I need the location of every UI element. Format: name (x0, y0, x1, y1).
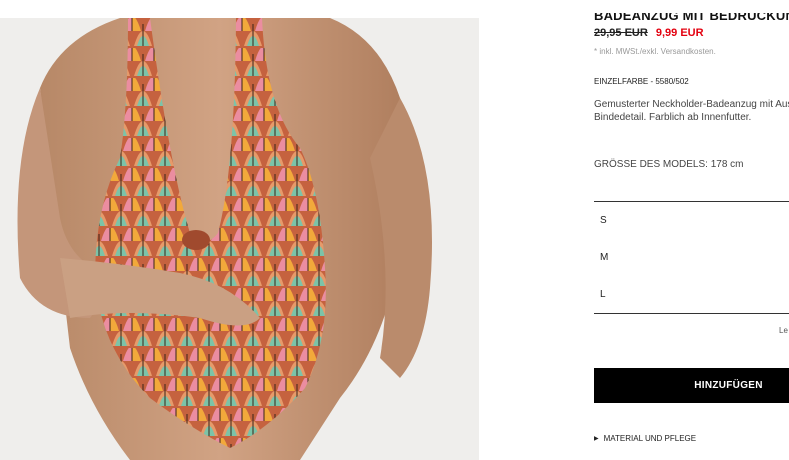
size-selector: S M L (594, 201, 789, 314)
material-care-label: MATERIAL UND PFLEGE (603, 434, 697, 443)
color-reference: EINZELFARBE - 5580/502 (594, 77, 689, 86)
product-title: BADEANZUG MIT BEDRUCKUNG (594, 8, 789, 23)
original-price: 29,95 EUR (594, 27, 648, 39)
product-photo-illustration (0, 18, 479, 460)
caret-right-icon: ▶ (594, 436, 599, 442)
add-to-cart-button[interactable]: HINZUFÜGEN (594, 368, 789, 403)
sale-price: 9,99 EUR (655, 27, 704, 39)
price-block: 29,95 EUR 9,99 EUR (594, 27, 704, 39)
product-image[interactable] (0, 18, 479, 460)
add-to-cart-label: HINZUFÜGEN (694, 380, 763, 391)
model-size-info: GRÖSSE DES MODELS: 178 cm (594, 159, 744, 170)
size-option-s[interactable]: S (594, 207, 789, 235)
size-option-m[interactable]: M (594, 244, 789, 272)
product-info-panel: BADEANZUG MIT BEDRUCKUNG 29,95 EUR 9,99 … (594, 0, 789, 460)
size-guide-link[interactable]: Le (779, 326, 788, 335)
size-option-l[interactable]: L (594, 281, 789, 309)
product-description: Gemusterter Neckholder-Badeanzug mit Aus… (594, 99, 789, 123)
tax-note: * inkl. MWSt./exkl. Versandkosten. (594, 47, 716, 56)
material-care-toggle[interactable]: ▶ MATERIAL UND PFLEGE (594, 434, 696, 443)
